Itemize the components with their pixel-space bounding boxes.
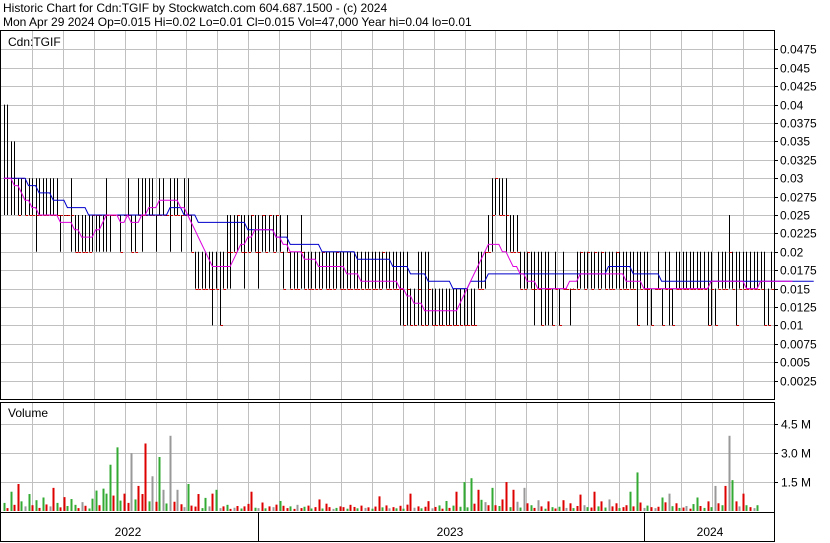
price-tick-label: 0.0475: [780, 43, 817, 57]
year-label: 2023: [437, 525, 464, 539]
volume-tick-label: 4.5 M: [781, 418, 811, 432]
price-chart-title: Cdn:TGIF: [8, 35, 61, 49]
price-tick-label: 0.0375: [780, 117, 817, 131]
volume-panel: Volume 4.5 M 3.0 M 1.5 M: [0, 402, 811, 513]
price-tick-label: 0.04: [780, 99, 804, 113]
price-tick-label: 0.0425: [780, 80, 817, 94]
volume-tick-label: 1.5 M: [781, 476, 811, 490]
year-label: 2022: [115, 525, 142, 539]
stock-chart: Cdn:TGIF 0.0475 0.045 0.0425 0.04 0.0375 0.03…: [0, 30, 817, 542]
volume-chart-title: Volume: [8, 406, 48, 420]
price-bar: [67, 215, 70, 216]
price-tick-label: 0.025: [780, 209, 810, 223]
price-y-axis: 0.0475 0.045 0.0425 0.04 0.0375 0.035 0.0325 0.…: [774, 43, 817, 389]
price-tick-label: 0.0175: [780, 264, 817, 278]
price-tick-label: 0.02: [780, 246, 804, 260]
price-tick-label: 0.03: [780, 172, 804, 186]
price-tick-label: 0.01: [780, 319, 804, 333]
price-tick-label: 0.0125: [780, 301, 817, 315]
volume-y-axis: 4.5 M 3.0 M 1.5 M: [774, 418, 811, 490]
price-tick-label: 0.045: [780, 62, 810, 76]
price-tick-label: 0.035: [780, 135, 810, 149]
price-bar: [64, 215, 67, 216]
volume-tick-label: 3.0 M: [781, 447, 811, 461]
price-tick-label: 0.0075: [780, 338, 817, 352]
price-tick-label: 0.0325: [780, 154, 817, 168]
price-panel: Cdn:TGIF 0.0475 0.045 0.0425 0.04 0.0375 0.03…: [0, 30, 817, 400]
price-tick-label: 0.015: [780, 283, 810, 297]
price-tick-label: 0.0025: [780, 375, 817, 389]
time-x-axis: 2022 2023 2024: [0, 512, 775, 542]
price-tick-label: 0.005: [780, 356, 810, 370]
year-label: 2024: [697, 525, 724, 539]
price-tick-label: 0.0275: [780, 191, 817, 205]
price-tick-label: 0.0225: [780, 227, 817, 241]
